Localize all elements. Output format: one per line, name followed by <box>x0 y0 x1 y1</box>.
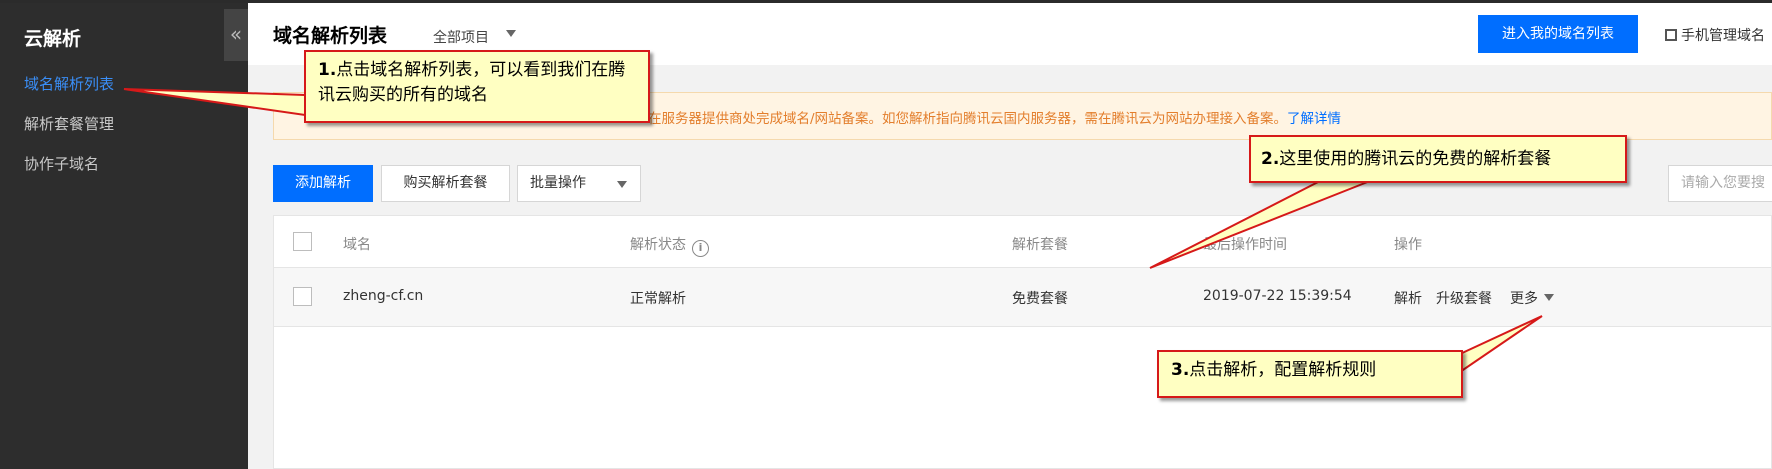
upgrade-plan-link[interactable]: 升级套餐 <box>1436 288 1492 308</box>
search-input[interactable]: 请输入您要搜 <box>1668 165 1772 202</box>
column-header-last-modified: 最后操作时间 <box>1203 237 1287 253</box>
domain-link[interactable]: zheng-cf.cn <box>343 288 423 304</box>
callout-1-number: 1. <box>318 60 337 80</box>
domain-table: 域名 解析状态 i 解析套餐 最后操作时间 操作 zheng-cf.cn 正常解析… <box>273 215 1772 469</box>
callout-3: 3.点击解析，配置解析规则 <box>1157 350 1463 398</box>
plan-cell: 免费套餐 <box>1012 291 1068 307</box>
chevron-down-icon <box>617 181 627 188</box>
select-all-checkbox[interactable] <box>293 232 312 251</box>
status-badge: 正常解析 <box>630 291 686 307</box>
batch-operation-select[interactable]: 批量操作 <box>517 165 641 202</box>
sidebar-item-domain-list[interactable]: 域名解析列表 <box>24 73 114 94</box>
chevron-down-icon <box>1544 294 1554 301</box>
callout-3-number: 3. <box>1171 360 1190 380</box>
page-title: 域名解析列表 <box>273 25 388 47</box>
column-header-status-label: 解析状态 <box>630 237 686 253</box>
table-row: zheng-cf.cn 正常解析 免费套餐 2019-07-22 15:39:5… <box>274 268 1771 327</box>
callout-3-text: 点击解析，配置解析规则 <box>1189 360 1377 380</box>
sidebar-item-sub-domains[interactable]: 协作子域名 <box>24 153 99 174</box>
sidebar-item-plan-management[interactable]: 解析套餐管理 <box>24 113 114 134</box>
callout-1-text: 点击域名解析列表，可以看到我们在腾讯云购买的所有的域名 <box>318 60 626 105</box>
notice-text: 在服务器提供商处完成域名/网站备案。如您解析指向腾讯云国内服务器，需在腾讯云为网… <box>648 111 1288 127</box>
column-header-actions: 操作 <box>1394 237 1422 253</box>
column-header-domain: 域名 <box>343 237 371 253</box>
batch-operation-label: 批量操作 <box>530 175 586 191</box>
sidebar: 云解析 « 域名解析列表 解析套餐管理 协作子域名 <box>0 3 248 469</box>
callout-2-number: 2. <box>1261 149 1280 169</box>
column-header-plan: 解析套餐 <box>1012 237 1068 253</box>
notice-details-link[interactable]: 了解详情 <box>1287 111 1341 127</box>
chevron-down-icon[interactable] <box>506 30 516 37</box>
buy-plan-button[interactable]: 购买解析套餐 <box>381 165 510 202</box>
row-checkbox[interactable] <box>293 287 312 306</box>
sidebar-brand: 云解析 <box>24 28 82 50</box>
my-domains-button[interactable]: 进入我的域名列表 <box>1478 15 1638 53</box>
collapse-sidebar-icon[interactable]: « <box>224 9 248 61</box>
callout-1: 1.点击域名解析列表，可以看到我们在腾讯云购买的所有的域名 <box>304 50 650 123</box>
more-actions-label: 更多 <box>1510 291 1538 307</box>
add-record-button[interactable]: 添加解析 <box>273 165 373 202</box>
resolve-link[interactable]: 解析 <box>1394 288 1422 308</box>
callout-2: 2.这里使用的腾讯云的免费的解析套餐 <box>1249 135 1627 183</box>
table-header: 域名 解析状态 i 解析套餐 最后操作时间 操作 <box>274 216 1771 268</box>
callout-2-text: 这里使用的腾讯云的免费的解析套餐 <box>1279 149 1552 169</box>
project-selector[interactable]: 全部项目 <box>433 27 489 47</box>
qrcode-icon <box>1665 29 1677 41</box>
mobile-manage-link[interactable]: 手机管理域名 <box>1665 25 1765 45</box>
more-actions-dropdown[interactable]: 更多 <box>1510 288 1554 308</box>
column-header-status: 解析状态 i <box>630 234 709 257</box>
info-icon[interactable]: i <box>692 240 709 257</box>
last-modified-cell: 2019-07-22 15:39:54 <box>1203 288 1352 304</box>
mobile-manage-label: 手机管理域名 <box>1681 28 1765 44</box>
